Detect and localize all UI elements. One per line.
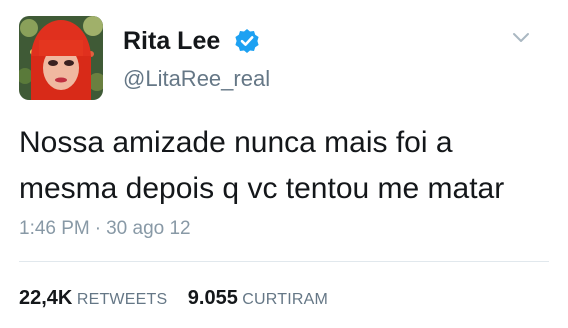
- divider: [19, 261, 549, 262]
- avatar[interactable]: [19, 16, 103, 100]
- retweets-stat[interactable]: 22,4K RETWEETS: [19, 286, 167, 312]
- avatar-image: [19, 16, 103, 100]
- chevron-down-icon[interactable]: [511, 31, 531, 45]
- tweet-date: 30 ago 12: [106, 218, 191, 239]
- tweet-text-line: Nossa amizade nunca mais foi a: [19, 126, 453, 159]
- tweet-timestamp[interactable]: 1:46 PM · 30 ago 12: [19, 217, 191, 241]
- tweet-text-line: mesma depois q vc tentou me matar: [19, 172, 505, 205]
- tweet-card: Rita Lee @LitaRee_real Nossa amizade nun…: [0, 0, 568, 328]
- verified-badge-icon: [235, 29, 259, 53]
- tweet-text: Nossa amizade nunca mais foi a mesma dep…: [19, 120, 549, 212]
- likes-label: CURTIRAM: [242, 291, 329, 308]
- likes-stat[interactable]: 9.055 CURTIRAM: [188, 286, 328, 312]
- likes-count: 9.055: [187, 287, 238, 309]
- tweet-time: 1:46 PM: [19, 218, 90, 239]
- timestamp-separator: ·: [94, 218, 102, 239]
- retweets-label: RETWEETS: [76, 291, 168, 308]
- author-display-name[interactable]: Rita Lee: [123, 26, 220, 56]
- tweet-stats: 22,4K RETWEETS 9.055 CURTIRAM: [19, 286, 344, 312]
- author-handle[interactable]: @LitaRee_real: [123, 66, 270, 92]
- retweets-count: 22,4K: [19, 287, 73, 309]
